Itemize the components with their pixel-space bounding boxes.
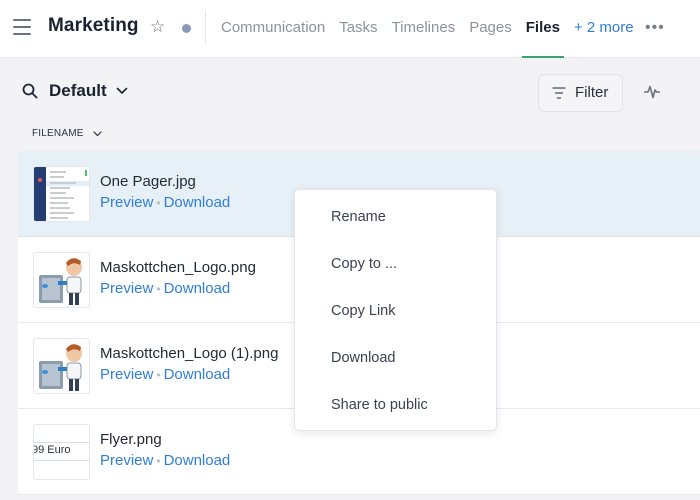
menu-icon[interactable] [13, 19, 31, 35]
sort-chevron-icon[interactable] [93, 131, 102, 137]
file-actions: Preview • Download [100, 452, 230, 469]
workspace-title: Marketing [48, 15, 139, 36]
menu-item-copy-link[interactable]: Copy Link [295, 288, 496, 335]
file-name: Maskottchen_Logo.png [100, 259, 256, 276]
menu-item-download[interactable]: Download [295, 335, 496, 382]
preview-link[interactable]: Preview [100, 194, 153, 211]
file-name: One Pager.jpg [100, 173, 196, 190]
menu-item-copy-to[interactable]: Copy to ... [295, 241, 496, 288]
activity-icon[interactable] [644, 84, 660, 100]
context-menu: Rename Copy to ... Copy Link Download Sh… [294, 189, 497, 431]
separator-dot: • [156, 368, 161, 382]
separator-dot: • [156, 454, 161, 468]
file-name: Maskottchen_Logo (1).png [100, 345, 279, 362]
menu-item-rename[interactable]: Rename [295, 194, 496, 241]
download-link[interactable]: Download [164, 280, 231, 297]
file-thumbnail [33, 166, 90, 222]
mascot-image [39, 344, 82, 391]
tab-pages[interactable]: Pages [469, 0, 512, 58]
tab-timelines[interactable]: Timelines [392, 0, 456, 58]
download-link[interactable]: Download [164, 452, 231, 469]
download-link[interactable]: Download [164, 366, 231, 383]
filter-icon [552, 87, 566, 99]
download-link[interactable]: Download [164, 194, 231, 211]
filter-button[interactable]: Filter [538, 74, 623, 112]
file-name: Flyer.png [100, 431, 162, 448]
more-options-icon[interactable]: ••• [645, 20, 665, 36]
file-actions: Preview • Download [100, 280, 230, 297]
preview-link[interactable]: Preview [100, 280, 153, 297]
file-thumbnail [33, 338, 90, 394]
column-header-filename[interactable]: FILENAME [32, 128, 84, 139]
preview-link[interactable]: Preview [100, 366, 153, 383]
tab-tasks[interactable]: Tasks [339, 0, 377, 58]
tab-files[interactable]: Files [521, 0, 565, 58]
status-dot [182, 24, 191, 33]
filter-label: Filter [575, 84, 609, 101]
star-icon[interactable]: ☆ [150, 17, 165, 37]
tab-more[interactable]: + 2 more [574, 0, 634, 58]
divider [205, 10, 206, 44]
file-thumbnail: 99 Euro [33, 424, 90, 480]
separator-dot: • [156, 196, 161, 210]
file-thumbnail [33, 252, 90, 308]
menu-item-share-to-public[interactable]: Share to public [295, 382, 496, 429]
view-selector[interactable]: Default [49, 81, 107, 101]
tab-communication[interactable]: Communication [221, 0, 325, 58]
file-actions: Preview • Download [100, 366, 230, 383]
chevron-down-icon[interactable] [116, 87, 128, 95]
search-icon[interactable] [22, 83, 38, 99]
tab-bar: Communication Tasks Timelines Pages File… [221, 0, 648, 58]
preview-link[interactable]: Preview [100, 452, 153, 469]
thumbnail-text: 99 Euro [33, 444, 71, 456]
file-actions: Preview • Download [100, 194, 230, 211]
separator-dot: • [156, 282, 161, 296]
top-bar: Marketing ☆ Communication Tasks Timeline… [0, 0, 700, 58]
mascot-image [39, 258, 82, 305]
